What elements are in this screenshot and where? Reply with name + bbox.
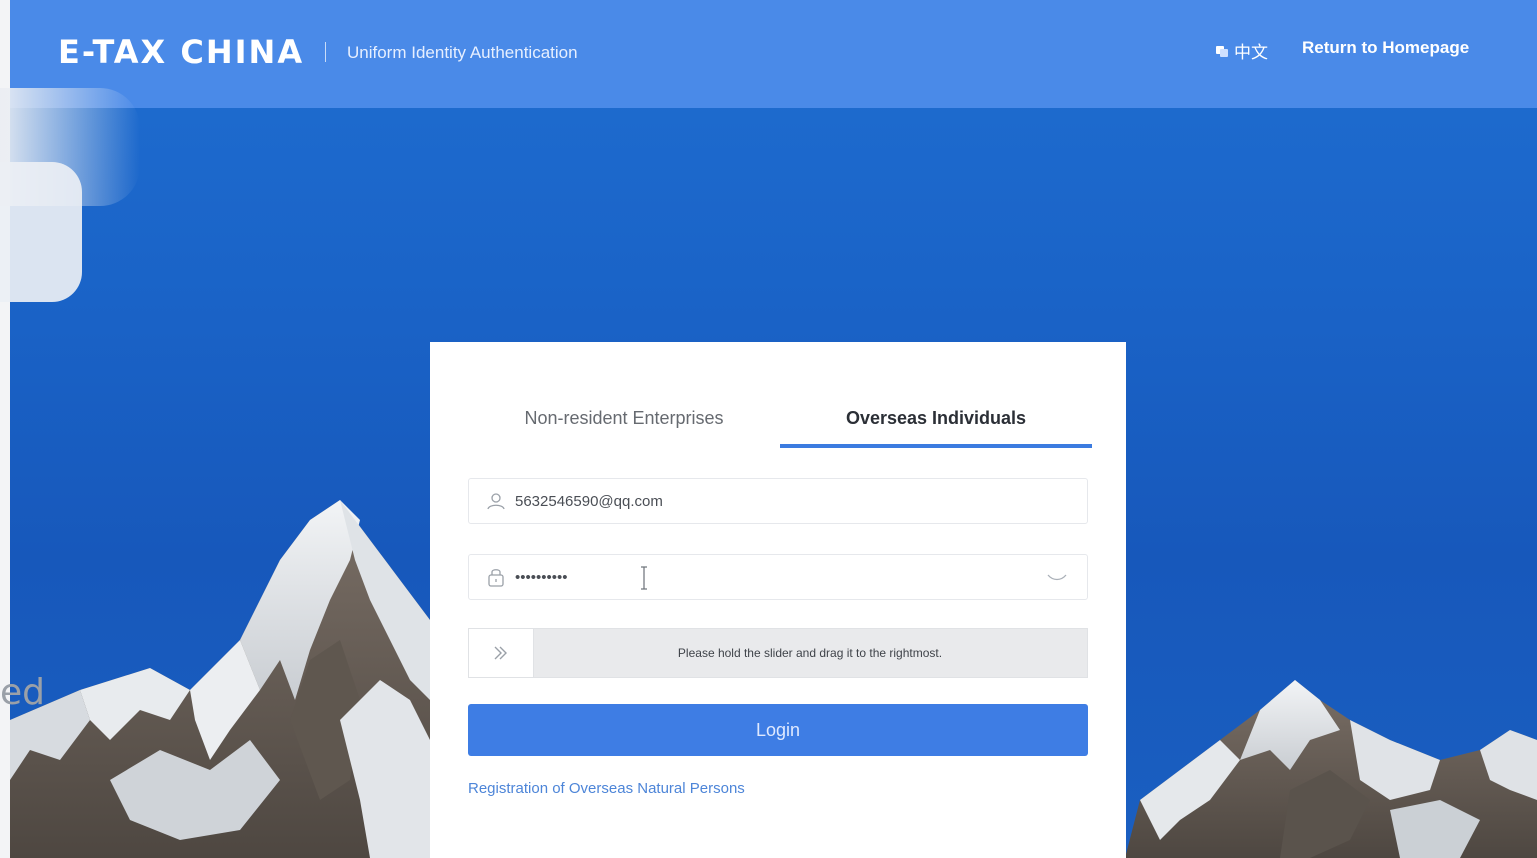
page: ed E-TAX CHINA Uniform Identity Authenti… bbox=[0, 0, 1537, 858]
brand-divider bbox=[325, 42, 326, 62]
active-tab-indicator bbox=[780, 444, 1092, 448]
lock-icon bbox=[488, 569, 504, 587]
tab-non-resident-enterprises[interactable]: Non-resident Enterprises bbox=[468, 398, 780, 448]
username-input[interactable] bbox=[513, 491, 1017, 511]
language-switch[interactable]: 中文 bbox=[1215, 38, 1268, 63]
registration-link[interactable]: Registration of Overseas Natural Persons bbox=[468, 780, 745, 797]
overlay-panel bbox=[0, 162, 82, 302]
brand-subtitle: Uniform Identity Authentication bbox=[347, 43, 578, 62]
double-chevron-right-icon bbox=[494, 646, 507, 660]
user-icon bbox=[487, 493, 505, 510]
language-icon bbox=[1216, 45, 1228, 57]
return-home-link[interactable]: Return to Homepage bbox=[1302, 38, 1469, 58]
brand-logo[interactable]: E-TAX CHINA bbox=[58, 33, 304, 71]
password-input[interactable] bbox=[513, 567, 1017, 587]
login-button[interactable]: Login bbox=[468, 704, 1088, 756]
eye-closed-icon[interactable] bbox=[1045, 570, 1069, 584]
header-bar: E-TAX CHINA Uniform Identity Authenticat… bbox=[10, 0, 1537, 108]
slider-instruction: Please hold the slider and drag it to th… bbox=[677, 646, 943, 660]
username-field[interactable] bbox=[468, 478, 1088, 524]
fragment-text: ed bbox=[0, 672, 45, 713]
login-tabs: Non-resident Enterprises Overseas Indivi… bbox=[468, 398, 1092, 450]
tab-overseas-individuals[interactable]: Overseas Individuals bbox=[780, 398, 1092, 448]
password-field[interactable] bbox=[468, 554, 1088, 600]
language-label: 中文 bbox=[1234, 43, 1268, 62]
login-card: Non-resident Enterprises Overseas Indivi… bbox=[430, 342, 1126, 858]
slider-handle[interactable] bbox=[469, 629, 534, 677]
slider-verification[interactable]: Please hold the slider and drag it to th… bbox=[468, 628, 1088, 678]
text-cursor-icon bbox=[641, 566, 647, 590]
